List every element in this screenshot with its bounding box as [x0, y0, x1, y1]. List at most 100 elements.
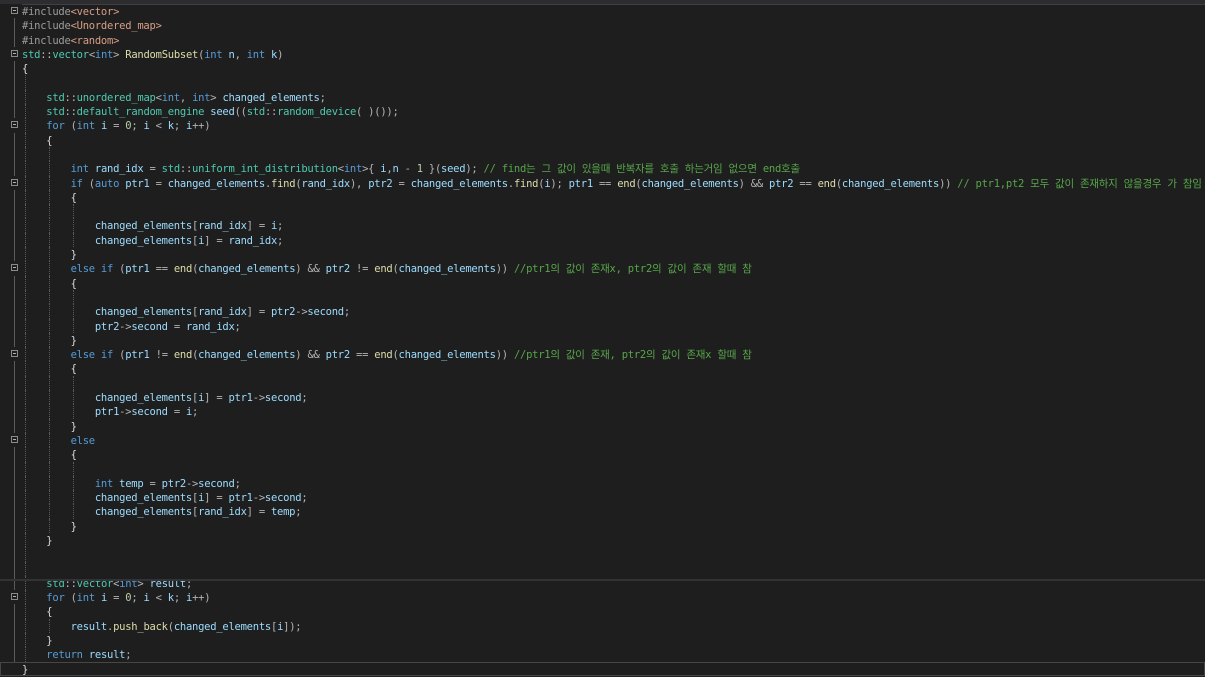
fold-region-line — [14, 532, 15, 548]
collapse-toggle-icon[interactable] — [11, 178, 18, 186]
code-token: else if — [70, 349, 114, 362]
code-line[interactable]: } — [0, 633, 1205, 648]
fold-region-line — [14, 404, 15, 419]
code-line[interactable]: for (int i = 0; i < k; i++) — [0, 118, 1205, 133]
code-line[interactable]: for (int i = 0; i < k; i++) — [0, 590, 1205, 605]
fold-region-line — [14, 146, 15, 162]
code-line[interactable]: else if (ptr1 != end(changed_elements) &… — [0, 347, 1205, 362]
code-line[interactable] — [0, 75, 1205, 90]
code-area[interactable]: #include<vector> #include<Unordered_map> #… — [0, 4, 1205, 676]
collapse-toggle-icon[interactable] — [11, 350, 18, 358]
code-line[interactable]: #include<vector> — [0, 4, 1205, 18]
code-line[interactable]: { — [0, 61, 1205, 76]
code-token: ) && — [295, 349, 326, 362]
code-line[interactable]: if (auto ptr1 = changed_elements.find(ra… — [0, 175, 1205, 190]
code-token: > — [113, 48, 126, 61]
collapse-toggle-icon[interactable] — [11, 264, 18, 272]
code-line[interactable]: { — [0, 132, 1205, 148]
code-line[interactable]: std::unordered_map<int, int> changed_ele… — [0, 89, 1205, 105]
code-token: { — [70, 191, 77, 204]
indent-guide — [73, 375, 74, 391]
code-line[interactable]: changed_elements[rand_idx] = ptr2->secon… — [0, 304, 1205, 319]
code-token: rand_idx — [185, 320, 235, 333]
fold-region-line — [14, 547, 15, 562]
code-token: int — [76, 120, 95, 133]
fold-region-line — [14, 18, 15, 33]
code-line[interactable]: int rand_idx = std::uniform_int_distribu… — [0, 161, 1205, 176]
collapse-toggle-icon[interactable] — [11, 435, 18, 443]
code-line[interactable]: } — [0, 247, 1205, 262]
code-editor[interactable]: #include<vector> #include<Unordered_map> #… — [0, 0, 1205, 676]
code-line[interactable]: changed_elements[i] = ptr1->second; — [0, 490, 1205, 505]
code-token: ); — [550, 177, 569, 190]
collapse-toggle-icon[interactable] — [11, 121, 18, 129]
code-line[interactable]: std::vector<int> RandomSubset(int n, int… — [0, 47, 1205, 61]
code-line[interactable]: { — [0, 275, 1205, 290]
fold-region-line — [14, 447, 15, 462]
code-line[interactable]: { — [0, 604, 1205, 619]
code-token: changed_elements — [94, 220, 193, 233]
code-line[interactable]: ptr2->second = rand_idx; — [0, 318, 1205, 334]
code-line[interactable]: { — [0, 447, 1205, 462]
code-line[interactable]: } — [0, 518, 1205, 533]
code-line[interactable]: changed_elements[rand_idx] = i; — [0, 218, 1205, 233]
code-line-text: { — [22, 134, 52, 148]
code-line[interactable]: ptr1->second = i; — [0, 404, 1205, 419]
code-token: , — [179, 91, 193, 104]
code-line[interactable]: { — [0, 361, 1205, 376]
code-token: int — [76, 592, 95, 605]
indent-guide — [49, 204, 50, 219]
code-line[interactable]: #include<Unordered_map> — [0, 18, 1205, 33]
code-line[interactable]: result.push_back(changed_elements[i]); — [0, 618, 1205, 634]
code-token: uniform_int_distribution — [192, 163, 338, 176]
fold-region-line — [14, 132, 15, 147]
code-line-text: ptr2->second = rand_idx; — [22, 320, 241, 334]
code-token: changed_elements — [398, 263, 496, 276]
fold-region-line — [14, 461, 15, 476]
code-line[interactable] — [0, 146, 1205, 162]
code-line[interactable]: } — [0, 418, 1205, 433]
collapse-toggle-icon[interactable] — [11, 7, 18, 14]
code-line[interactable]: changed_elements[i] = ptr1->second; — [0, 390, 1205, 405]
fold-region-line — [14, 518, 15, 533]
code-token: ; — [319, 91, 326, 104]
code-line[interactable]: { — [0, 189, 1205, 205]
code-token: , — [234, 48, 247, 61]
code-line[interactable]: } — [0, 532, 1205, 548]
indent-guide — [49, 146, 50, 162]
code-line[interactable] — [0, 289, 1205, 305]
code-line[interactable] — [0, 375, 1205, 391]
code-line[interactable]: std::default_random_engine seed((std::ra… — [0, 104, 1205, 119]
code-line[interactable]: else if (ptr1 == end(changed_elements) &… — [0, 261, 1205, 276]
fold-region-line — [14, 289, 15, 305]
code-line[interactable] — [0, 547, 1205, 562]
indent-guide — [73, 289, 74, 305]
code-token: #include — [22, 6, 71, 18]
code-token: ( — [64, 592, 77, 605]
code-line[interactable]: changed_elements[i] = rand_idx; — [0, 232, 1205, 248]
code-line-text: for (int i = 0; i < k; i++) — [22, 119, 210, 133]
indent-guide — [25, 204, 26, 219]
code-line[interactable]: return result; — [0, 647, 1205, 662]
code-token: RandomSubset — [125, 48, 199, 61]
code-line[interactable]: } — [0, 332, 1205, 348]
collapse-toggle-icon[interactable] — [11, 49, 18, 57]
code-line[interactable]: else — [0, 432, 1205, 448]
code-line[interactable] — [0, 204, 1205, 219]
code-token: } — [70, 249, 77, 262]
code-line[interactable]: int temp = ptr2->second; — [0, 475, 1205, 491]
code-line[interactable] — [0, 561, 1205, 576]
code-token: ( — [82, 177, 95, 190]
code-line[interactable]: } — [0, 661, 1205, 676]
code-line[interactable] — [0, 461, 1205, 476]
code-token: -> — [252, 492, 265, 505]
collapse-toggle-icon[interactable] — [11, 593, 18, 601]
code-line[interactable]: changed_elements[rand_idx] = temp; — [0, 504, 1205, 519]
code-line[interactable]: #include<random> — [0, 32, 1205, 47]
